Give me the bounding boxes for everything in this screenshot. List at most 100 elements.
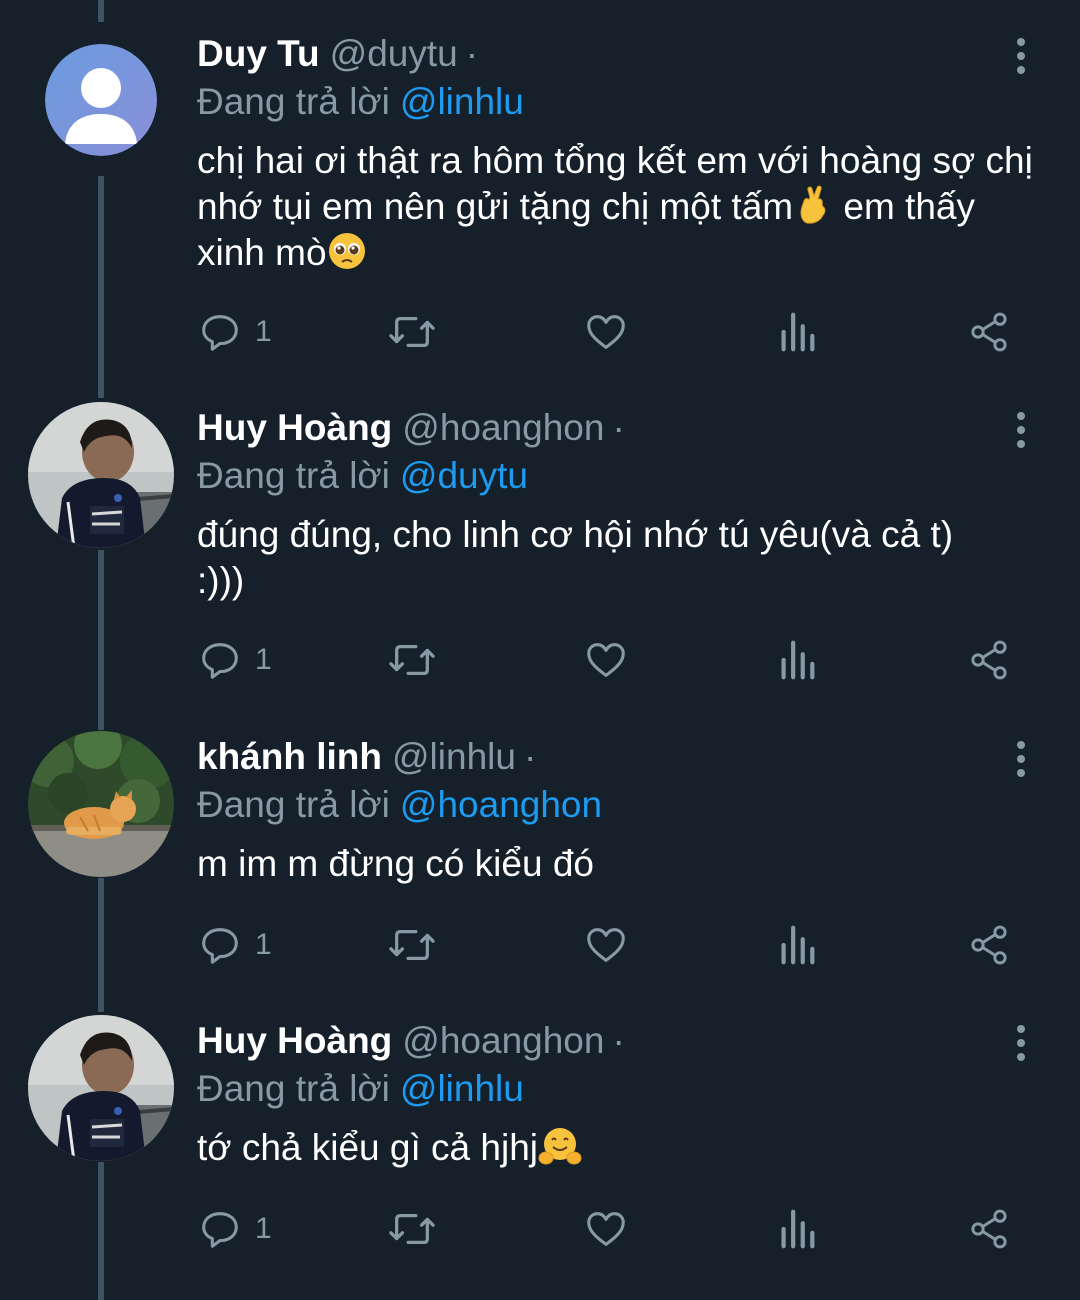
retweet-icon [389,316,435,348]
share-icon [971,925,1007,965]
tweet[interactable]: Huy Hoàng @hoanghon · Đang trả lời @linhlu … [0,1015,1080,1285]
more-options-icon[interactable] [1004,739,1038,779]
retweet-button[interactable] [387,304,437,360]
cat-photo-icon [28,731,174,877]
reply-icon [202,928,238,964]
display-name[interactable]: Duy Tu [197,33,320,74]
tweet[interactable]: khánh linh @linhlu · Đang trả lời @hoanghon… [0,731,1080,991]
tweet-text: chị hai ơi thật ra hôm tổng kết em với h… [197,138,1037,276]
reply-count: 1 [255,315,272,348]
replying-to: Đang trả lời @linhlu [197,1063,524,1115]
tweet[interactable]: Huy Hoàng @hoanghon · Đang trả lời @duytu đ… [0,402,1080,702]
reply-icon [202,643,238,679]
replying-to: Đang trả lời @duytu [197,450,528,502]
analytics-button[interactable] [777,917,817,973]
default-avatar-icon [45,44,157,156]
retweet-icon [389,929,435,961]
tweet-actions: 1 [197,304,1027,360]
retweet-icon [389,1213,435,1245]
reply-button[interactable]: 1 [197,917,272,973]
tweet-actions: 1 [197,1201,1027,1257]
reply-mention-link[interactable]: @duytu [400,455,528,496]
reply-button[interactable]: 1 [197,632,272,688]
thread-line [98,0,104,22]
reply-icon [202,315,238,351]
user-handle[interactable]: @duytu [330,33,458,74]
tweet-header: Huy Hoàng @hoanghon · [197,402,625,454]
hugging-face-emoji-icon [538,1126,582,1166]
like-icon [587,928,625,962]
reply-count: 1 [255,928,272,961]
user-handle[interactable]: @hoanghon [402,1020,604,1061]
reply-button[interactable]: 1 [197,304,272,360]
analytics-icon [781,312,815,352]
share-button[interactable] [967,632,1011,688]
analytics-button[interactable] [777,304,817,360]
separator-dot: · [612,1020,625,1061]
reply-mention-link[interactable]: @linhlu [400,81,524,122]
avatar[interactable] [28,1015,174,1161]
retweet-button[interactable] [387,1201,437,1257]
share-button[interactable] [967,917,1011,973]
reply-mention-link[interactable]: @hoanghon [400,784,602,825]
like-button[interactable] [583,917,629,973]
share-icon [971,1209,1007,1249]
tweet-actions: 1 [197,632,1027,688]
tweet-header: Duy Tu @duytu · [197,28,478,80]
tweet-header: khánh linh @linhlu · [197,731,536,783]
user-handle[interactable]: @linhlu [392,736,516,777]
tweet-text-part: tớ chả kiểu gì cả hjhj [197,1127,539,1168]
like-button[interactable] [583,304,629,360]
tweet-header: Huy Hoàng @hoanghon · [197,1015,625,1067]
analytics-icon [781,925,815,965]
tweet-text: m im m đừng có kiểu đó [197,843,594,884]
analytics-button[interactable] [777,1201,817,1257]
person-photo-icon [28,402,174,548]
replying-to-label: Đang trả lời [197,81,390,122]
reply-icon [202,1212,238,1248]
replying-to-label: Đang trả lời [197,1068,390,1109]
replying-to: Đang trả lời @linhlu [197,76,524,128]
analytics-icon [781,1209,815,1249]
avatar[interactable] [28,402,174,548]
reply-count: 1 [255,1212,272,1245]
tweet-actions: 1 [197,917,1027,973]
share-icon [971,312,1007,352]
like-button[interactable] [583,632,629,688]
share-button[interactable] [967,1201,1011,1257]
like-icon [587,643,625,677]
reply-mention-link[interactable]: @linhlu [400,1068,524,1109]
like-icon [587,315,625,349]
like-button[interactable] [583,1201,629,1257]
analytics-icon [781,640,815,680]
more-options-icon[interactable] [1004,1023,1038,1063]
more-options-icon[interactable] [1004,36,1038,76]
display-name[interactable]: Huy Hoàng [197,1020,392,1061]
more-options-icon[interactable] [1004,410,1038,450]
replying-to-label: Đang trả lời [197,455,390,496]
person-photo-icon [28,1015,174,1161]
replying-to: Đang trả lời @hoanghon [197,779,602,831]
retweet-button[interactable] [387,917,437,973]
tweet[interactable]: Duy Tu @duytu · Đang trả lời @linhlu chị ha… [0,28,1080,368]
tweet-text: tớ chả kiểu gì cả hjhj [197,1125,1037,1171]
separator-dot: · [465,33,479,74]
avatar[interactable] [28,731,174,877]
separator-dot: · [523,736,537,777]
share-button[interactable] [967,304,1011,360]
retweet-button[interactable] [387,632,437,688]
share-icon [971,640,1007,680]
pleading-face-emoji-icon [327,231,367,271]
tweet-text: đúng đúng, cho linh cơ hội nhớ tú yêu(và… [197,514,954,601]
display-name[interactable]: Huy Hoàng [197,407,392,448]
avatar[interactable] [45,44,157,156]
reply-button[interactable]: 1 [197,1201,272,1257]
analytics-button[interactable] [777,632,817,688]
display-name[interactable]: khánh linh [197,736,382,777]
replying-to-label: Đang trả lời [197,784,390,825]
reply-count: 1 [255,643,272,676]
user-handle[interactable]: @hoanghon [402,407,604,448]
retweet-icon [389,644,435,676]
like-icon [587,1212,625,1246]
crossed-fingers-emoji-icon [793,185,833,225]
